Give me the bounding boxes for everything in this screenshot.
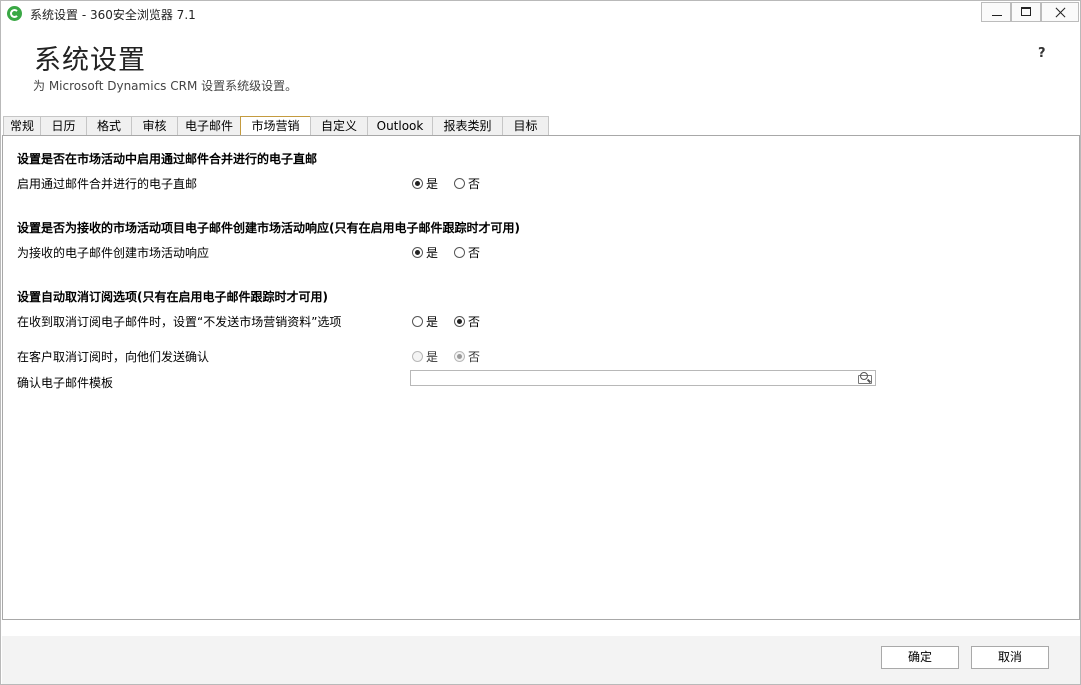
section-title-direct-mail: 设置是否在市场活动中启用通过邮件合并进行的电子直邮: [17, 152, 318, 166]
page-title: 系统设置: [34, 45, 146, 76]
direct-mail-no-label: 否: [468, 177, 481, 191]
do-not-send-no-radio[interactable]: [454, 316, 465, 327]
title-bar: 系统设置 - 360安全浏览器 7.1: [1, 1, 1080, 26]
do-not-send-no-label: 否: [468, 315, 481, 329]
send-confirmation-no-radio: [454, 351, 465, 362]
window-title: 系统设置 - 360安全浏览器 7.1: [30, 8, 196, 22]
direct-mail-no-radio[interactable]: [454, 178, 465, 189]
do-not-send-no-option[interactable]: 否: [454, 313, 480, 330]
do-not-send-yes-radio[interactable]: [412, 316, 423, 327]
close-button[interactable]: [1041, 2, 1079, 22]
direct-mail-no-option[interactable]: 否: [454, 175, 480, 192]
tab-report-categories[interactable]: 报表类别: [432, 116, 503, 135]
help-icon[interactable]: ?: [1038, 46, 1046, 61]
tab-marketing[interactable]: 市场营销: [240, 116, 311, 136]
direct-mail-yes-option[interactable]: 是: [412, 175, 438, 192]
dialog-footer: 确定 取消: [2, 636, 1080, 684]
tab-outlook[interactable]: Outlook: [367, 116, 433, 135]
tab-format[interactable]: 格式: [86, 116, 132, 135]
tab-general[interactable]: 常规: [3, 116, 41, 135]
send-confirmation-yes-label: 是: [426, 350, 439, 364]
confirmation-template-lookup[interactable]: [410, 370, 876, 386]
send-confirmation-no-label: 否: [468, 350, 481, 364]
direct-mail-yes-label: 是: [426, 177, 439, 191]
maximize-button[interactable]: [1011, 2, 1041, 22]
campaign-response-no-label: 否: [468, 246, 481, 260]
tab-auditing[interactable]: 审核: [131, 116, 178, 135]
campaign-response-yes-label: 是: [426, 246, 439, 260]
campaign-response-no-option[interactable]: 否: [454, 244, 480, 261]
settings-tabs: 常规 日历 格式 审核 电子邮件 市场营销 自定义 Outlook 报表类别 目…: [3, 116, 549, 136]
send-confirmation-label: 在客户取消订阅时，向他们发送确认: [17, 350, 210, 364]
direct-mail-label: 启用通过邮件合并进行的电子直邮: [17, 177, 198, 191]
tab-email[interactable]: 电子邮件: [177, 116, 241, 135]
section-title-unsubscribe: 设置自动取消订阅选项(只有在启用电子邮件跟踪时才可用): [17, 290, 328, 304]
campaign-response-yes-radio[interactable]: [412, 247, 423, 258]
tab-customization[interactable]: 自定义: [310, 116, 368, 135]
tab-goals[interactable]: 目标: [502, 116, 549, 135]
do-not-send-marketing-label: 在收到取消订阅电子邮件时，设置“不发送市场营销资料”选项: [17, 315, 342, 329]
ok-button[interactable]: 确定: [881, 646, 959, 669]
campaign-response-yes-option[interactable]: 是: [412, 244, 438, 261]
page-subtitle: 为 Microsoft Dynamics CRM 设置系统级设置。: [33, 79, 298, 93]
campaign-response-label: 为接收的电子邮件创建市场活动响应: [17, 246, 210, 260]
browser-window: 系统设置 - 360安全浏览器 7.1 系统设置 为 Microsoft Dyn…: [0, 0, 1081, 685]
send-confirmation-yes-radio: [412, 351, 423, 362]
campaign-response-no-radio[interactable]: [454, 247, 465, 258]
section-title-campaign-response: 设置是否为接收的市场活动项目电子邮件创建市场活动响应(只有在启用电子邮件跟踪时才…: [17, 221, 520, 235]
tab-calendar[interactable]: 日历: [40, 116, 87, 135]
confirmation-template-label: 确认电子邮件模板: [17, 376, 114, 390]
do-not-send-yes-label: 是: [426, 315, 439, 329]
do-not-send-yes-option[interactable]: 是: [412, 313, 438, 330]
browser-app-icon: [7, 6, 22, 21]
minimize-button[interactable]: [981, 2, 1011, 22]
lookup-search-icon[interactable]: [858, 372, 874, 384]
send-confirmation-no-option: 否: [454, 348, 480, 365]
direct-mail-yes-radio[interactable]: [412, 178, 423, 189]
marketing-settings-panel: 设置是否在市场活动中启用通过邮件合并进行的电子直邮 启用通过邮件合并进行的电子直…: [2, 135, 1080, 620]
cancel-button[interactable]: 取消: [971, 646, 1049, 669]
send-confirmation-yes-option: 是: [412, 348, 438, 365]
